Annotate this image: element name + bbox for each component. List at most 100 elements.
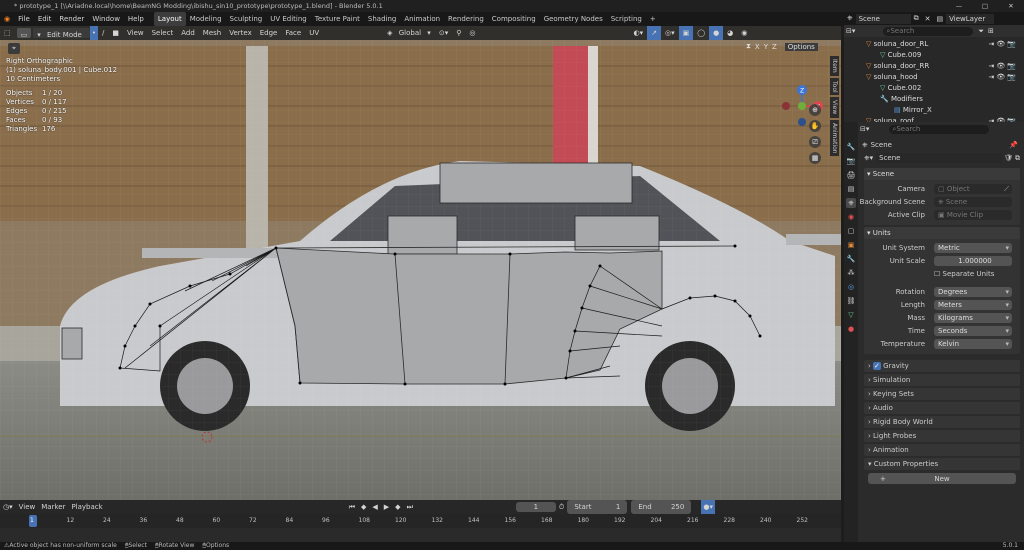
maximize-button[interactable]: □ [972, 0, 998, 12]
timeline-menu-marker[interactable]: Marker [38, 500, 68, 514]
scene-panel-header[interactable]: ▾ Scene [864, 168, 1020, 180]
tool-tab-icon[interactable]: 🔧 [846, 142, 856, 152]
tab-tool[interactable]: Tool [830, 77, 839, 96]
menu-window[interactable]: Window [88, 12, 124, 26]
active-clip-field[interactable]: ▣ Movie Clip [934, 210, 1012, 220]
menu-view[interactable]: View [123, 26, 148, 40]
data-tab-icon[interactable]: ▽ [846, 310, 856, 320]
autokey-icon[interactable]: ●▾ [701, 500, 715, 514]
menu-help[interactable]: Help [124, 12, 148, 26]
menu-mesh[interactable]: Mesh [199, 26, 225, 40]
particles-tab-icon[interactable]: ⁂ [846, 268, 856, 278]
menu-edge[interactable]: Edge [256, 26, 282, 40]
overlay-toggle-icon[interactable]: ◎▾ [661, 26, 679, 40]
play-reverse-icon[interactable]: ◀ [369, 500, 380, 514]
ortho-grid-icon[interactable]: ▦ [809, 152, 821, 164]
prev-keyframe-icon[interactable]: ◆ [358, 500, 369, 514]
workspace-tab-texture-paint[interactable]: Texture Paint [311, 12, 364, 26]
view-layer-icon[interactable]: ▤ [933, 15, 946, 23]
workspace-tab-animation[interactable]: Animation [400, 12, 444, 26]
scene-selector[interactable]: Scene [855, 13, 911, 24]
gizmo-toggle-icon[interactable]: ↗ [647, 26, 661, 40]
snap-icon[interactable]: ⚲ [452, 26, 465, 40]
mirror-icon[interactable]: ⧗ [744, 42, 753, 51]
xray-toggle-icon[interactable]: ▣ [678, 26, 694, 40]
timeline-editor-icon[interactable]: ◷▾ [0, 500, 16, 514]
editor-type-icon[interactable]: ⬚ [0, 26, 15, 40]
workspace-tab-modeling[interactable]: Modeling [186, 12, 226, 26]
timeline-menu-view[interactable]: View [16, 500, 39, 514]
physics-tab-icon[interactable]: ◎ [846, 282, 856, 292]
collection-tab-icon[interactable]: ▢ [846, 226, 856, 236]
options-dropdown[interactable]: Options [784, 42, 818, 51]
menu-select[interactable]: Select [148, 26, 178, 40]
mode-selector[interactable]: ▾ Edit Mode [33, 28, 90, 39]
current-frame-field[interactable]: 1 [515, 502, 556, 512]
tool-cursor-icon[interactable]: ⌖ [8, 43, 20, 54]
scene-tab-icon[interactable]: ⎈ [846, 198, 856, 208]
outliner-search-input[interactable]: ⌕ Search [883, 26, 974, 36]
outliner-row[interactable]: ▽ soluna_door_RR ⇥👁📷 [844, 61, 1024, 72]
object-tab-icon[interactable]: ▣ [846, 240, 856, 250]
transform-orientation-dropdown[interactable]: ◈ Global ▾ [383, 26, 435, 40]
workspace-tab-compositing[interactable]: Compositing [488, 12, 540, 26]
render-tab-icon[interactable]: 📷 [846, 156, 856, 166]
next-keyframe-icon[interactable]: ◆ [392, 500, 403, 514]
length-dropdown[interactable]: Meters ▾ [934, 300, 1012, 310]
output-tab-icon[interactable]: 🖨 [846, 170, 856, 180]
camera-field[interactable]: ▢ Object ⟋ [934, 184, 1012, 194]
select-box-icon[interactable]: ▭ [16, 28, 32, 39]
fake-user-icon[interactable]: 🛡 [1004, 154, 1013, 162]
zoom-icon[interactable]: ⊕ [809, 104, 821, 116]
outliner-row[interactable]: 🔧 Modifiers [844, 94, 1024, 105]
menu-vertex[interactable]: Vertex [225, 26, 256, 40]
gravity-panel-header[interactable]: › ✓ Gravity [864, 360, 1020, 372]
scene-browse-icon[interactable]: ⎈▾ [864, 154, 873, 163]
gravity-checkbox[interactable]: ✓ [873, 362, 881, 370]
add-workspace-button[interactable]: + [646, 12, 660, 26]
shading-rendered-icon[interactable]: ◉ [737, 26, 751, 40]
menu-file[interactable]: File [14, 12, 34, 26]
shading-wireframe-icon[interactable]: ◯ [693, 26, 709, 40]
custom-properties-panel-header[interactable]: ▾ Custom Properties [864, 458, 1020, 470]
menu-add[interactable]: Add [177, 26, 199, 40]
delete-scene-icon[interactable]: ✕ [922, 15, 934, 23]
scene-name-field[interactable]: Scene [876, 153, 1003, 163]
tab-animation[interactable]: Animation [830, 119, 839, 157]
shading-material-icon[interactable]: ◕ [723, 26, 737, 40]
start-frame-field[interactable]: Start 1 [567, 500, 628, 514]
unit-system-dropdown[interactable]: Metric ▾ [934, 243, 1012, 253]
viewport-canvas[interactable] [0, 26, 841, 500]
material-tab-icon[interactable]: ● [846, 324, 856, 334]
outliner-display-icon[interactable]: ⊟▾ [846, 27, 855, 35]
minimize-button[interactable]: — [946, 0, 972, 12]
simulation-panel-header[interactable]: › Simulation [864, 374, 1020, 386]
3d-viewport[interactable]: ⬚ ▭ ▾ Edit Mode • / ■ View Select Add Me… [0, 26, 841, 500]
workspace-tab-scripting[interactable]: Scripting [607, 12, 646, 26]
view-layer-selector[interactable]: ViewLayer [946, 13, 995, 24]
outliner-row[interactable]: ▤ Mirror_X [844, 105, 1024, 116]
properties-editor-icon[interactable]: ⊟▾ [860, 125, 869, 133]
menu-face[interactable]: Face [281, 26, 305, 40]
outliner-row[interactable]: ▽ soluna_hood ⇥👁📷 [844, 72, 1024, 83]
outliner-row[interactable]: ▽ soluna_door_RL ⇥👁📷 [844, 39, 1024, 50]
duplicate-icon[interactable]: ⧉ [1015, 154, 1020, 163]
background-scene-field[interactable]: ⎈ Scene [934, 197, 1012, 207]
time-dropdown[interactable]: Seconds ▾ [934, 326, 1012, 336]
audio-panel-header[interactable]: › Audio [864, 402, 1020, 414]
constraints-tab-icon[interactable]: ⛓ [846, 296, 856, 306]
new-collection-icon[interactable]: ⊞ [988, 27, 994, 35]
camera-view-icon[interactable]: ⎚ [809, 136, 821, 148]
rotation-dropdown[interactable]: Degrees ▾ [934, 287, 1012, 297]
temperature-dropdown[interactable]: Kelvin ▾ [934, 339, 1012, 349]
menu-render[interactable]: Render [55, 12, 88, 26]
edge-select-icon[interactable]: / [98, 26, 108, 40]
face-select-icon[interactable]: ■ [108, 26, 123, 40]
axis-x-toggle[interactable]: X [753, 43, 762, 51]
timeline-ruler[interactable]: 1 12 24 36 48 60 72 84 96 108 120 132 144 156 168 180 19… [0, 514, 841, 528]
scene-icon[interactable]: ⎈ [844, 14, 856, 23]
end-frame-field[interactable]: End 250 [631, 500, 692, 514]
tab-view[interactable]: View [830, 97, 839, 118]
light-probes-panel-header[interactable]: › Light Probes [864, 430, 1020, 442]
separate-units-checkbox[interactable]: ☐ Separate Units [934, 269, 994, 279]
